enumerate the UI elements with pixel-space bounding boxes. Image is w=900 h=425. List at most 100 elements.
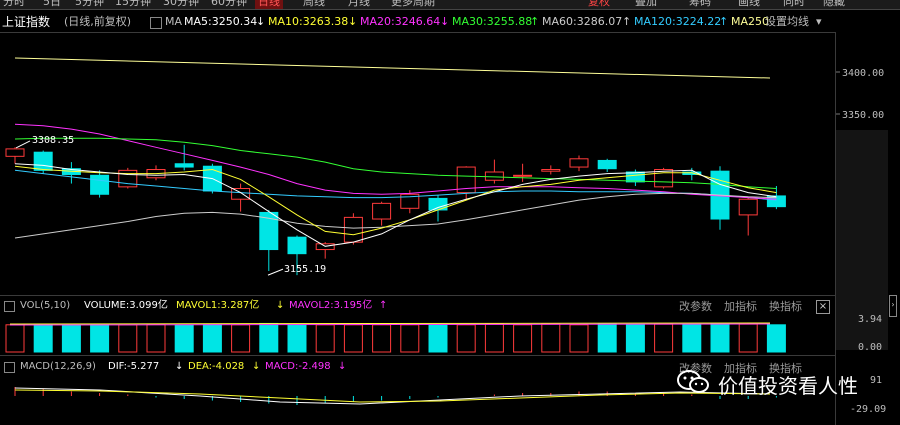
ma-settings-button[interactable]: 设置均线 <box>765 12 809 32</box>
tab-14[interactable]: 同时 <box>780 0 808 9</box>
candle-body <box>372 202 392 220</box>
volume-bar <box>541 323 561 353</box>
candle-body <box>569 158 589 168</box>
ma120-value: MA120:3224.22 <box>634 15 722 28</box>
ma-label: MA <box>165 15 183 28</box>
tab-7[interactable]: 周线 <box>300 0 328 9</box>
checkbox-icon[interactable] <box>150 17 162 29</box>
macd-value: MACD:-2.498 <box>265 361 331 372</box>
arrow-down-icon: ↓ <box>348 15 358 28</box>
candle-body <box>513 174 533 177</box>
candlestick-chart[interactable]: 3400.003350.003300.003250.003200.003308.… <box>0 32 900 294</box>
volume-bar <box>597 323 617 353</box>
arrow-down-icon: ↓ <box>338 361 347 372</box>
low-annotation: 3155.19 <box>284 264 326 275</box>
tab-5[interactable]: 60分钟 <box>208 0 250 9</box>
volume-panel-top-border <box>0 295 835 296</box>
price-axis-label: 3350.00 <box>842 110 884 121</box>
tab-2[interactable]: 5分钟 <box>72 0 107 9</box>
volume-bar <box>90 323 110 353</box>
change-params-button[interactable]: 改参数 <box>679 298 712 314</box>
macd-panel-top-border <box>0 355 835 356</box>
tab-1[interactable]: 5日 <box>40 0 64 9</box>
volume-chart[interactable]: 3.94 0.00 <box>0 314 900 354</box>
candle-body <box>343 216 363 243</box>
candle-body <box>541 169 561 172</box>
period-subtitle: (日线,前复权) <box>64 15 132 28</box>
ma250-line <box>14 57 771 79</box>
candle-body <box>5 148 25 157</box>
candle-body <box>90 174 110 195</box>
close-icon[interactable]: × <box>816 300 830 314</box>
volume-bar <box>231 324 251 353</box>
arrow-up-icon: ↑ <box>719 15 729 28</box>
wechat-watermark: 价值投资看人性 <box>676 367 876 399</box>
arrow-down-icon: ↓ <box>175 361 184 372</box>
volume-bar <box>456 324 476 353</box>
swap-indicator-button[interactable]: 换指标 <box>769 298 802 314</box>
ma30-value: MA30:3255.88 <box>452 15 533 28</box>
candle-body <box>231 188 251 200</box>
volume-bar <box>5 324 25 353</box>
volume-bar <box>766 324 786 353</box>
ma250-value: MA250 <box>731 15 770 28</box>
tab-3[interactable]: 15分钟 <box>112 0 154 9</box>
arrow-up-icon: ↑ <box>379 300 388 311</box>
volume-bar <box>513 324 533 353</box>
volume-bar <box>654 323 674 353</box>
candle-body <box>33 151 53 171</box>
main-panel-top-border <box>0 32 835 33</box>
macd-axis-label: -29.09 <box>850 404 886 415</box>
tab-4[interactable]: 30分钟 <box>160 0 202 9</box>
arrow-down-icon: ↓ <box>276 300 285 311</box>
candle-body <box>738 198 758 216</box>
tab-8[interactable]: 月线 <box>345 0 373 9</box>
macd-label: MACD(12,26,9) <box>20 361 96 372</box>
price-axis-label: 3400.00 <box>842 68 884 79</box>
ma60-line <box>14 192 777 239</box>
tab-0[interactable]: 分时 <box>0 0 28 9</box>
tab-12[interactable]: 筹码 <box>686 0 714 9</box>
candle-body <box>287 236 307 255</box>
volume-bar <box>202 323 222 353</box>
checkbox-icon[interactable] <box>4 362 15 373</box>
arrow-down-icon: ↓ <box>256 15 266 28</box>
volume-bar <box>400 324 420 353</box>
index-title: 上证指数 <box>2 15 51 29</box>
volume-bar <box>118 324 138 353</box>
volume-axis-label: 3.94 <box>858 314 882 325</box>
tab-6[interactable]: 日线 <box>255 0 283 9</box>
checkbox-icon[interactable] <box>4 301 15 312</box>
volume-label: VOL(5,10) <box>20 300 71 311</box>
high-pointer <box>15 140 31 149</box>
tab-13[interactable]: 画线 <box>735 0 763 9</box>
tab-11[interactable]: 叠加 <box>632 0 660 9</box>
ma20-value: MA20:3246.64 <box>360 15 441 28</box>
ma10-value: MA10:3263.38 <box>268 15 349 28</box>
candle-body <box>484 171 504 181</box>
candle-body <box>174 163 194 168</box>
volume-bar <box>710 322 730 353</box>
high-annotation: 3308.35 <box>32 135 74 146</box>
volume-bar <box>146 323 166 353</box>
tab-10[interactable]: 复权 <box>585 0 613 9</box>
dif-value: DIF:-5.277 <box>108 361 160 372</box>
volume-bar <box>259 322 279 353</box>
volume-bar <box>372 324 392 353</box>
volume-bar <box>174 324 194 353</box>
arrow-up-icon: ↑ <box>622 15 632 28</box>
arrow-down-icon: ↓ <box>252 361 261 372</box>
candle-body <box>625 171 645 183</box>
tab-15[interactable]: 隐藏 <box>820 0 848 9</box>
volume-bar <box>287 323 307 353</box>
tab-9[interactable]: 更多周期 <box>388 0 438 9</box>
volume-bar <box>428 324 448 353</box>
volume-bar <box>343 324 363 353</box>
add-indicator-button[interactable]: 加指标 <box>724 298 757 314</box>
chevron-down-icon[interactable]: ▾ <box>816 12 822 32</box>
volume-value: VOLUME:3.099亿 <box>84 300 168 311</box>
ma5-value: MA5:3250.34 <box>184 15 258 28</box>
dea-value: DEA:-4.028 <box>188 361 245 372</box>
volume-bar <box>569 324 589 353</box>
volume-bar <box>625 324 645 353</box>
